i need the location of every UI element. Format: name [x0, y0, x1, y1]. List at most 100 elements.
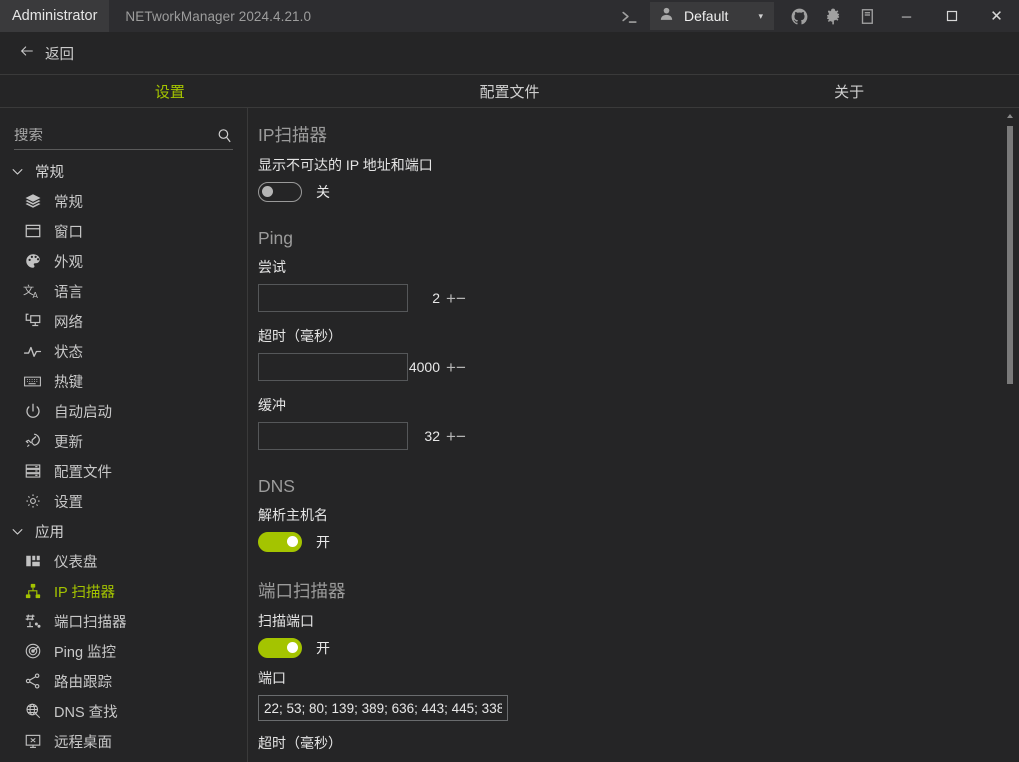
sidebar-item-window[interactable]: 窗口 [0, 216, 247, 246]
toggle-knob [287, 536, 298, 547]
search-icon[interactable] [212, 127, 233, 144]
sidebar-item-status[interactable]: 状态 [0, 336, 247, 366]
content-scrollbar[interactable] [1004, 108, 1016, 762]
chevron-down-icon[interactable]: ▾ [758, 11, 763, 22]
sidebar-item-appearance[interactable]: 外观 [0, 246, 247, 276]
back-button[interactable]: 返回 [10, 39, 82, 68]
tab-profiles[interactable]: 配置文件 [340, 75, 680, 107]
sidebar-item-label: 常规 [54, 194, 83, 211]
sidebar-item-remote-desktop[interactable]: 远程桌面 [0, 726, 247, 756]
sidebar-item-network[interactable]: 网络 [0, 306, 247, 336]
maximize-button[interactable] [929, 0, 974, 32]
sidebar-item-general[interactable]: 常规 [0, 186, 247, 216]
increment-button[interactable]: + [446, 285, 456, 311]
server-icon [22, 461, 43, 482]
window-icon [22, 221, 43, 242]
sidebar-item-label: 更新 [54, 434, 83, 451]
sidebar-item-label: 网络 [54, 314, 83, 331]
field-label-show-unreachable: 显示不可达的 IP 地址和端口 [258, 157, 433, 173]
sidebar-item-language[interactable]: 文A 语言 [0, 276, 247, 306]
sidebar-item-label: 仪表盘 [54, 554, 98, 571]
stepper-value-ping-buffer[interactable] [259, 428, 446, 444]
user-icon [658, 5, 675, 27]
sidebar-item-label: IP 扫描器 [54, 584, 115, 601]
input-ports-wrapper[interactable] [258, 695, 508, 721]
sidebar-item-label: 远程桌面 [54, 734, 112, 751]
search-box[interactable] [14, 122, 233, 150]
gear-icon [22, 491, 43, 512]
increment-button[interactable]: + [446, 354, 456, 380]
sidebar-item-dns-lookup[interactable]: DNS 查找 [0, 696, 247, 726]
sidebar-item-label: 外观 [54, 254, 83, 271]
tab-bar: 设置 配置文件 关于 [0, 74, 1019, 108]
sidebar-group-applications-label: 应用 [35, 524, 64, 541]
toggle-show-unreachable[interactable] [258, 182, 302, 202]
main-body: 常规 常规 窗口 外观 文A 语言 [0, 108, 1019, 762]
field-label-ping-attempts: 尝试 [258, 259, 286, 275]
toggle-resolve-hostname[interactable] [258, 532, 302, 552]
field-label-port-timeout: 超时（毫秒） [258, 735, 342, 751]
sidebar-item-autostart[interactable]: 自动启动 [0, 396, 247, 426]
tab-about[interactable]: 关于 [679, 75, 1019, 107]
application-title: NETworkManager 2024.4.21.0 [125, 8, 312, 24]
search-input[interactable] [14, 127, 212, 144]
layers-icon [22, 191, 43, 212]
decrement-button[interactable]: − [456, 423, 466, 449]
chevron-down-icon [10, 524, 25, 539]
scroll-up-arrow-icon[interactable] [1007, 114, 1013, 118]
sidebar-group-general-label: 常规 [35, 164, 64, 181]
sidebar-item-label: DNS 查找 [54, 704, 118, 721]
stepper-ping-timeout[interactable]: + − [258, 353, 466, 381]
sidebar-item-traceroute[interactable]: 路由跟踪 [0, 666, 247, 696]
toggle-knob [262, 186, 273, 197]
remote-desktop-icon [22, 731, 43, 752]
pulse-icon [22, 341, 43, 362]
stepper-ping-buffer[interactable]: + − [258, 422, 466, 450]
stepper-value-ping-attempts[interactable] [259, 290, 446, 306]
tab-settings[interactable]: 设置 [0, 75, 340, 107]
sidebar-item-label: 自动启动 [54, 404, 112, 421]
field-label-resolve-hostname: 解析主机名 [258, 507, 328, 523]
toggle-scan-ports[interactable] [258, 638, 302, 658]
decrement-button[interactable]: − [456, 354, 466, 380]
toggle-row-resolve-hostname: 开 [258, 532, 1019, 552]
toggle-knob [287, 642, 298, 653]
back-button-label: 返回 [45, 46, 74, 63]
section-title-ip-scanner: IP扫描器 [258, 125, 328, 145]
sidebar-item-label: 状态 [54, 344, 83, 361]
sidebar-item-hotkeys[interactable]: 热键 [0, 366, 247, 396]
back-bar: 返回 [0, 32, 1019, 74]
increment-button[interactable]: + [446, 423, 456, 449]
input-ports[interactable] [264, 700, 502, 716]
sidebar-item-partial[interactable] [0, 756, 247, 762]
close-button[interactable]: ✕ [974, 0, 1019, 32]
decrement-button[interactable]: − [456, 285, 466, 311]
palette-icon [22, 251, 43, 272]
book-icon[interactable] [850, 0, 884, 32]
sidebar-item-ip-scanner[interactable]: IP 扫描器 [0, 576, 247, 606]
sidebar-item-dashboard[interactable]: 仪表盘 [0, 546, 247, 576]
stepper-ping-attempts[interactable]: + − [258, 284, 466, 312]
sidebar-item-ping-monitor[interactable]: Ping 监控 [0, 636, 247, 666]
profile-selector[interactable]: Default ▾ [650, 2, 774, 30]
sidebar-item-label: 设置 [54, 494, 83, 511]
sidebar-group-applications[interactable]: 应用 [0, 516, 247, 546]
github-icon[interactable] [782, 0, 816, 32]
minimize-button[interactable]: ─ [884, 0, 929, 32]
terminal-icon[interactable] [612, 0, 646, 32]
sidebar-item-profiles[interactable]: 配置文件 [0, 456, 247, 486]
sidebar-item-update[interactable]: 更新 [0, 426, 247, 456]
toggle-state-label: 开 [316, 640, 330, 656]
sidebar-item-port-scanner[interactable]: 端口扫描器 [0, 606, 247, 636]
sidebar-item-settings[interactable]: 设置 [0, 486, 247, 516]
toggle-row-show-unreachable: 关 [258, 182, 1019, 202]
sidebar-item-label: 端口扫描器 [54, 614, 127, 631]
sidebar-group-general[interactable]: 常规 [0, 156, 247, 186]
title-bar: Administrator NETworkManager 2024.4.21.0… [0, 0, 1019, 32]
toggle-state-label: 关 [316, 184, 330, 200]
bug-icon[interactable] [816, 0, 850, 32]
titlebar-actions: Default ▾ ─ ✕ [612, 0, 1019, 32]
scrollbar-thumb[interactable] [1007, 126, 1013, 384]
stepper-value-ping-timeout[interactable] [259, 359, 446, 375]
section-title-dns: DNS [258, 476, 295, 496]
